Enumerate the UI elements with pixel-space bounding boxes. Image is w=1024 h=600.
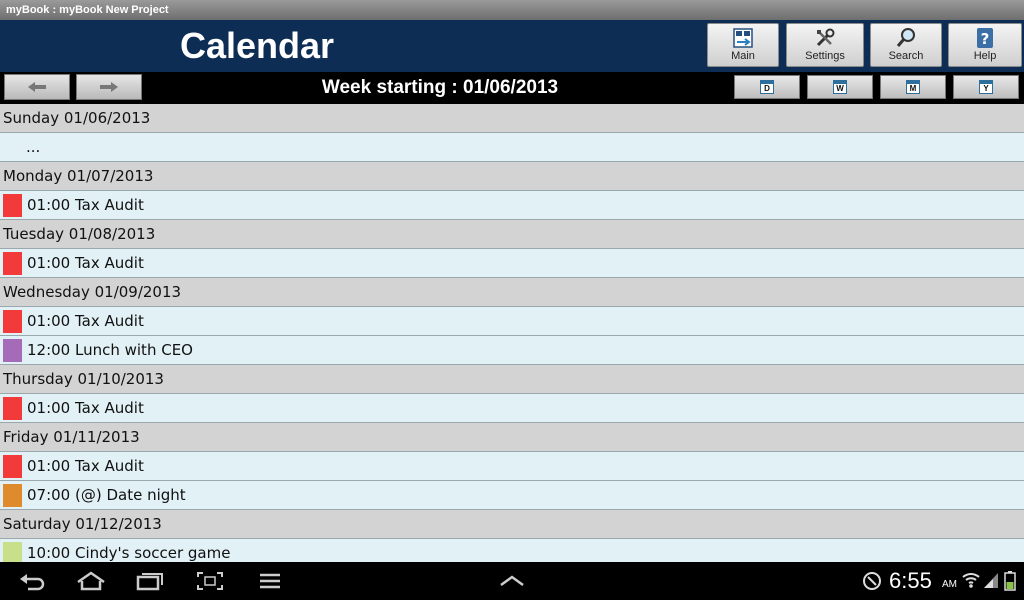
event-label: 07:00 (@) Date night [27, 486, 186, 504]
arrow-right-icon [100, 82, 118, 92]
battery-icon [1004, 571, 1016, 591]
event-color-swatch [3, 193, 22, 217]
event-item[interactable]: 01:00 Tax Audit [0, 394, 1024, 423]
day-header[interactable]: Friday 01/11/2013 [0, 423, 1024, 452]
system-navigation-bar: 6:55 AM [0, 562, 1024, 600]
day-header[interactable]: Thursday 01/10/2013 [0, 365, 1024, 394]
event-color-swatch [3, 396, 22, 420]
event-item[interactable]: 01:00 Tax Audit [0, 452, 1024, 481]
next-week-button[interactable] [76, 74, 142, 100]
previous-week-button[interactable] [4, 74, 70, 100]
empty-day-placeholder[interactable]: ... [0, 133, 1024, 162]
help-button[interactable]: ? Help [948, 23, 1022, 67]
event-color-swatch [3, 454, 22, 478]
page-title: Calendar [180, 25, 335, 66]
event-color-swatch [3, 251, 22, 275]
screenshot-icon[interactable] [196, 571, 224, 591]
day-header[interactable]: Wednesday 01/09/2013 [0, 278, 1024, 307]
event-item[interactable]: 01:00 Tax Audit [0, 249, 1024, 278]
back-icon[interactable] [18, 571, 46, 591]
status-clock: 6:55 [889, 568, 932, 593]
week-navigation-bar: Week starting : 01/06/2013 D W M Y [0, 72, 1024, 104]
main-menu-icon [733, 28, 753, 48]
help-icon: ? [977, 28, 993, 48]
settings-button-label: Settings [805, 50, 845, 62]
event-label: 01:00 Tax Audit [27, 457, 144, 475]
event-label: 01:00 Tax Audit [27, 196, 144, 214]
settings-button[interactable]: Settings [786, 23, 864, 67]
event-item[interactable]: 10:00 Cindy's soccer game [0, 539, 1024, 562]
event-color-swatch [3, 338, 22, 362]
day-header[interactable]: Sunday 01/06/2013 [0, 104, 1024, 133]
help-button-label: Help [973, 50, 997, 62]
event-color-swatch [3, 309, 22, 333]
home-icon[interactable] [76, 571, 106, 591]
event-item[interactable]: 12:00 Lunch with CEO [0, 336, 1024, 365]
svg-text:?: ? [981, 30, 990, 48]
app-status-icon [863, 572, 881, 590]
week-agenda-list[interactable]: Sunday 01/06/2013... Monday 01/07/2013 01:… [0, 104, 1024, 562]
event-color-swatch [3, 541, 22, 562]
tools-icon [816, 28, 835, 47]
event-label: 01:00 Tax Audit [27, 312, 144, 330]
week-calendar-icon: W [833, 80, 847, 94]
window-title: myBook : myBook New Project [0, 0, 1024, 20]
event-item[interactable]: 01:00 Tax Audit [0, 307, 1024, 336]
app-header: Calendar Main Settings Search ? Help [0, 20, 1024, 72]
recent-apps-icon[interactable] [136, 571, 164, 591]
main-button[interactable]: Main [707, 23, 779, 67]
status-ampm: AM [942, 579, 957, 590]
event-color-swatch [3, 483, 22, 507]
search-button-label: Search [888, 50, 924, 62]
day-view-button[interactable]: D [734, 75, 800, 99]
year-calendar-icon: Y [979, 80, 993, 94]
wifi-icon [962, 573, 980, 588]
month-calendar-icon: M [906, 80, 920, 94]
event-item[interactable]: 07:00 (@) Date night [0, 481, 1024, 510]
event-label: 01:00 Tax Audit [27, 399, 144, 417]
event-label: 10:00 Cindy's soccer game [27, 544, 231, 562]
search-button[interactable]: Search [870, 23, 942, 67]
year-view-button[interactable]: Y [953, 75, 1019, 99]
day-calendar-icon: D [760, 80, 774, 94]
day-header[interactable]: Tuesday 01/08/2013 [0, 220, 1024, 249]
magnifier-icon [896, 28, 915, 47]
signal-icon [984, 573, 998, 588]
day-header[interactable]: Monday 01/07/2013 [0, 162, 1024, 191]
event-item[interactable]: 01:00 Tax Audit [0, 191, 1024, 220]
day-header[interactable]: Saturday 01/12/2013 [0, 510, 1024, 539]
week-start-label: Week starting : 01/06/2013 [321, 77, 559, 98]
chevron-up-icon[interactable] [498, 571, 526, 591]
week-view-button[interactable]: W [807, 75, 873, 99]
menu-icon[interactable] [256, 571, 284, 591]
main-button-label: Main [731, 50, 755, 62]
arrow-left-icon [28, 82, 46, 92]
event-label: 12:00 Lunch with CEO [27, 341, 193, 359]
event-label: 01:00 Tax Audit [27, 254, 144, 272]
month-view-button[interactable]: M [880, 75, 946, 99]
